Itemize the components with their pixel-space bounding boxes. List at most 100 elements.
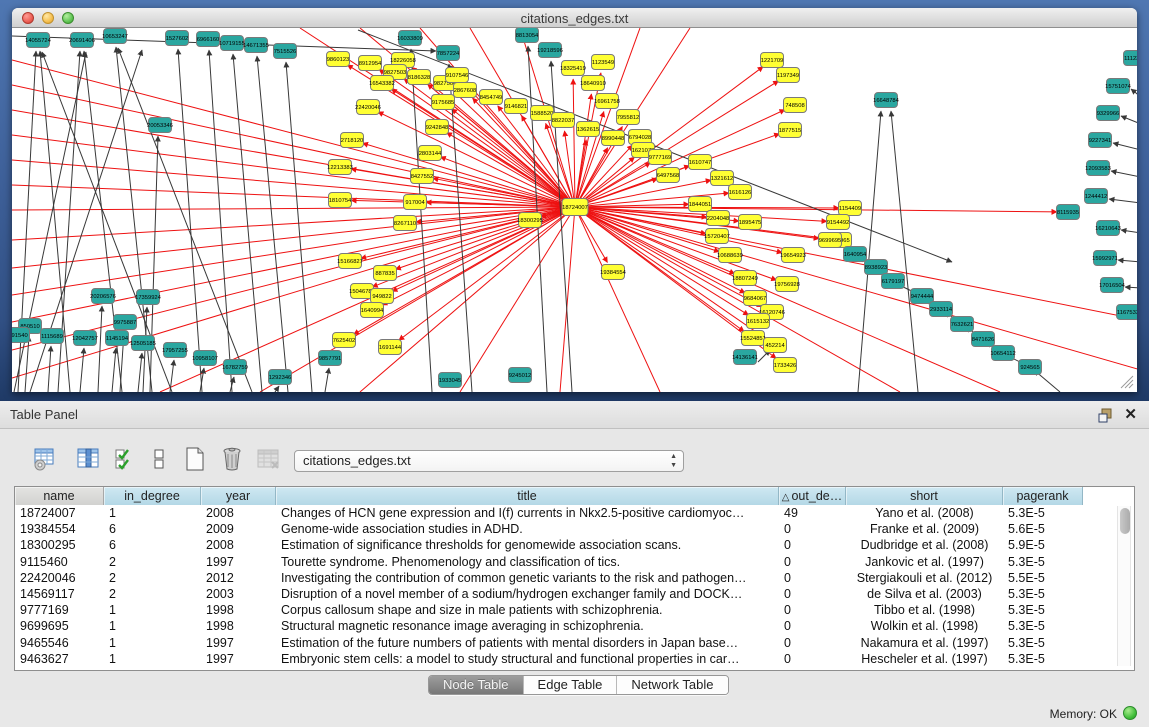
graph-node[interactable]: 7625402 <box>333 333 356 348</box>
close-panel-icon[interactable]: ✕ <box>1124 405 1137 423</box>
row-selection-button[interactable] <box>111 445 139 473</box>
table-cell[interactable]: Tibbo et al. (1998) <box>846 602 1003 618</box>
new-column-button[interactable] <box>181 445 209 473</box>
graph-node[interactable]: 12213383 <box>327 160 353 175</box>
graph-node[interactable]: 9154492 <box>827 215 850 230</box>
table-cell[interactable]: Yano et al. (2008) <box>846 505 1003 521</box>
graph-node[interactable]: 2204048 <box>707 211 730 226</box>
graph-node[interactable]: 8427552 <box>411 169 434 184</box>
graph-node[interactable]: 16782759 <box>222 360 248 375</box>
table-cell[interactable]: 5.3E-5 <box>1003 602 1083 618</box>
column-header-title[interactable]: title <box>276 487 779 505</box>
graph-node[interactable]: 19218596 <box>537 43 563 58</box>
graph-node[interactable]: 8454749 <box>480 90 503 105</box>
table-cell[interactable]: 1997 <box>201 635 276 651</box>
graph-node[interactable]: 14136141 <box>732 350 758 365</box>
graph-node[interactable]: 1933045 <box>439 373 462 388</box>
graph-node[interactable]: 391540 <box>12 328 30 343</box>
table-cell[interactable]: 2009 <box>201 521 276 537</box>
table-cell[interactable]: 19384554 <box>15 521 104 537</box>
graph-node[interactable]: 18325419 <box>560 61 586 76</box>
table-cell[interactable]: 1 <box>104 602 201 618</box>
graph-node[interactable]: 15751074 <box>1105 79 1132 94</box>
table-cell[interactable]: 5.3E-5 <box>1003 554 1083 570</box>
table-cell[interactable]: Structural magnetic resonance image aver… <box>276 618 779 634</box>
graph-node[interactable]: 1292346 <box>269 370 292 385</box>
table-cell[interactable]: 0 <box>779 586 846 602</box>
graph-node[interactable]: 18640910 <box>580 76 606 91</box>
table-row[interactable]: 946554611997Estimation of the future num… <box>15 635 1134 651</box>
graph-node[interactable]: 17016504 <box>1099 278 1126 293</box>
graph-node[interactable]: 1527602 <box>166 31 189 46</box>
table-cell[interactable]: 1997 <box>201 554 276 570</box>
graph-node[interactable]: 6497568 <box>657 168 680 183</box>
graph-node[interactable]: 9684067 <box>744 291 767 306</box>
graph-node[interactable]: 19384554 <box>600 265 627 280</box>
column-header-short[interactable]: short <box>846 487 1003 505</box>
column-header-pagerank[interactable]: pagerank <box>1003 487 1083 505</box>
row-height-button[interactable] <box>145 445 173 473</box>
table-cell[interactable]: 2 <box>104 570 201 586</box>
table-row[interactable]: 1830029562008Estimation of significance … <box>15 537 1134 553</box>
table-cell[interactable]: 1 <box>104 651 201 667</box>
table-cell[interactable]: 5.9E-5 <box>1003 537 1083 553</box>
table-cell[interactable]: 1 <box>104 618 201 634</box>
graph-node[interactable]: 17359924 <box>135 290 162 305</box>
column-header-outde[interactable]: △out_de… <box>779 487 846 505</box>
graph-node[interactable]: 9699695 <box>819 233 842 248</box>
table-cell[interactable]: Genome-wide association studies in ADHD. <box>276 521 779 537</box>
graph-node[interactable]: 16543382 <box>369 76 395 91</box>
table-cell[interactable]: Corpus callosum shape and size in male p… <box>276 602 779 618</box>
table-cell[interactable]: Investigating the contribution of common… <box>276 570 779 586</box>
graph-node[interactable]: 20691406 <box>69 33 95 48</box>
table-cell[interactable]: Nakamura et al. (1997) <box>846 635 1003 651</box>
table-cell[interactable]: 2003 <box>201 586 276 602</box>
table-cell[interactable]: 1 <box>104 505 201 521</box>
graph-node[interactable]: 10688639 <box>717 248 743 263</box>
graph-node[interactable]: 9474444 <box>911 289 935 304</box>
graph-node[interactable]: 10654112 <box>990 346 1015 361</box>
table-cell[interactable]: 5.3E-5 <box>1003 635 1083 651</box>
graph-node[interactable]: 8938923 <box>865 260 888 275</box>
graph-node[interactable]: 949822 <box>371 289 394 304</box>
table-cell[interactable]: 0 <box>779 570 846 586</box>
graph-node[interactable]: 8471626 <box>972 332 995 347</box>
graph-node[interactable]: 14671355 <box>243 38 269 53</box>
table-cell[interactable]: 5.6E-5 <box>1003 521 1083 537</box>
delete-column-button[interactable] <box>218 445 246 473</box>
graph-node[interactable]: 1321612 <box>711 171 734 186</box>
graph-node[interactable]: 7955812 <box>617 110 640 125</box>
graph-node[interactable]: 10653247 <box>102 29 128 44</box>
table-cell[interactable]: 18724007 <box>15 505 104 521</box>
graph-node[interactable]: 1221709 <box>761 53 784 68</box>
window-titlebar[interactable]: citations_edges.txt <box>12 8 1137 28</box>
graph-node[interactable]: 7857224 <box>437 46 461 61</box>
table-cell[interactable]: 5.5E-5 <box>1003 570 1083 586</box>
delete-table-button[interactable] <box>254 445 282 473</box>
table-cell[interactable]: 1997 <box>201 651 276 667</box>
graph-node[interactable]: 22420046 <box>355 100 381 115</box>
graph-node[interactable]: 10719155 <box>219 36 245 51</box>
graph-node[interactable]: 16210643 <box>1095 221 1121 236</box>
table-cell[interactable]: Estimation of the future numbers of pati… <box>276 635 779 651</box>
graph-node[interactable]: 16033809 <box>397 31 423 46</box>
table-cell[interactable]: 9115460 <box>15 554 104 570</box>
graph-node[interactable]: 9245012 <box>509 368 532 383</box>
scrollbar-thumb[interactable] <box>1120 508 1130 534</box>
table-row[interactable]: 2242004622012Investigating the contribut… <box>15 570 1134 586</box>
graph-node[interactable]: 1244412 <box>1085 189 1108 204</box>
graph-node[interactable]: 15720407 <box>704 229 730 244</box>
graph-node[interactable]: 15524851 <box>740 331 766 346</box>
table-cell[interactable]: Embryonic stem cells: a model to study s… <box>276 651 779 667</box>
graph-node[interactable]: 1115689 <box>41 329 64 344</box>
graph-node[interactable]: 17957255 <box>162 343 188 358</box>
graph-node[interactable]: 15992971 <box>1092 251 1118 266</box>
table-cell[interactable]: 22420046 <box>15 570 104 586</box>
graph-node[interactable]: 1197349 <box>777 68 800 83</box>
graph-node[interactable]: 9777169 <box>649 150 672 165</box>
table-cell[interactable]: 49 <box>779 505 846 521</box>
table-cell[interactable]: 1 <box>104 635 201 651</box>
column-header-year[interactable]: year <box>201 487 276 505</box>
graph-node[interactable]: 7515526 <box>274 44 297 59</box>
graph-node[interactable]: 2718120 <box>341 133 364 148</box>
